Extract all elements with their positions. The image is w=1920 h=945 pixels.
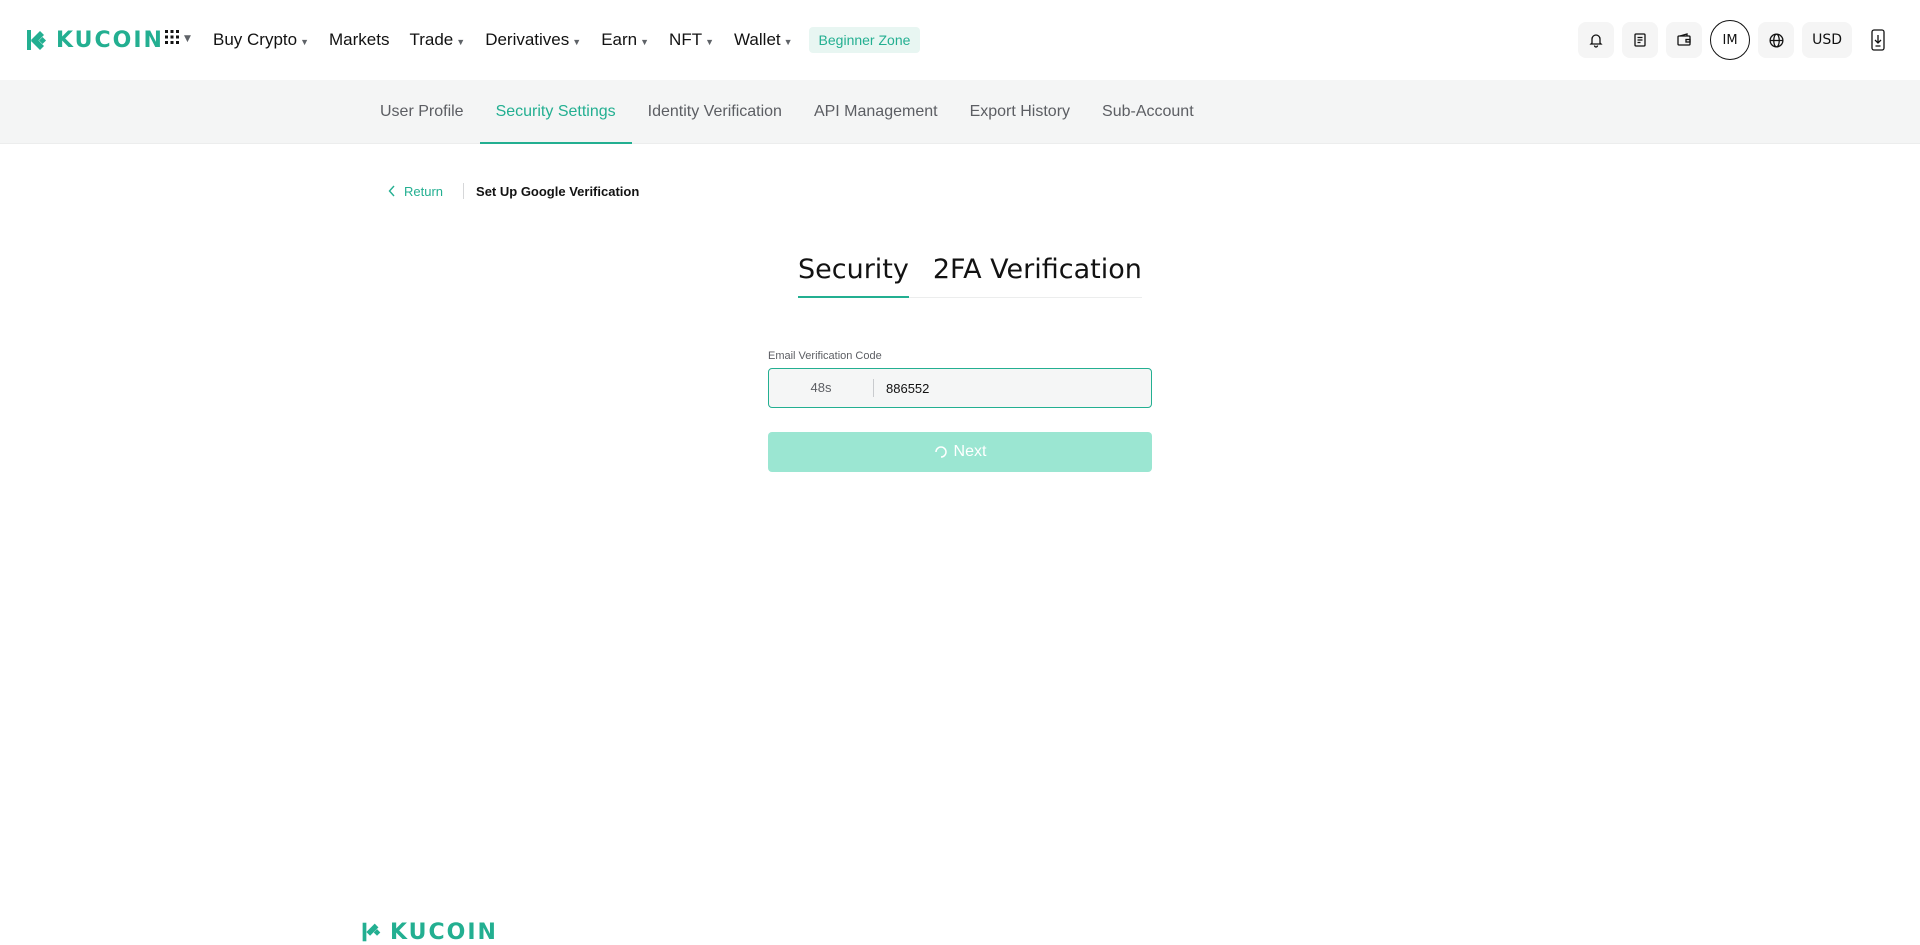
bell-icon: [1589, 34, 1603, 48]
globe-icon: [1769, 32, 1784, 48]
next-button[interactable]: Next: [768, 432, 1152, 472]
email-code-field: 48s: [768, 368, 1152, 408]
chevron-down-icon: ▼: [456, 37, 466, 47]
page-title: Set Up Google Verification: [476, 183, 640, 199]
step-security: Security: [798, 254, 909, 298]
tab-export-history[interactable]: Export History: [954, 80, 1086, 144]
menu-derivatives[interactable]: Derivatives ▼: [485, 30, 581, 50]
header-actions: IM USD: [1578, 20, 1896, 60]
menu-markets[interactable]: Markets: [329, 30, 389, 50]
kucoin-logo[interactable]: KUCOIN: [22, 24, 164, 56]
chevron-down-icon: ▼: [705, 37, 715, 47]
grid-icon: [165, 30, 179, 44]
verification-form: Email Verification Code 48s Next: [768, 350, 1152, 472]
chevron-down-icon: ▼: [300, 37, 310, 47]
email-code-label: Email Verification Code: [768, 350, 882, 362]
footer-brand-name: KUCOIN: [390, 919, 498, 945]
kucoin-logo-icon: [362, 922, 381, 942]
avatar[interactable]: IM: [1710, 20, 1751, 60]
brand-name: KUCOIN: [56, 27, 164, 53]
kucoin-logo-icon: [27, 30, 47, 50]
breadcrumb: Return Set Up Google Verification: [388, 180, 639, 202]
tab-api-management[interactable]: API Management: [798, 80, 954, 144]
footer-logo[interactable]: KUCOIN: [358, 919, 498, 945]
orders-button[interactable]: [1622, 22, 1659, 58]
beginner-zone-button[interactable]: Beginner Zone: [808, 27, 921, 53]
verification-steps: Security 2FA Verification: [798, 254, 1142, 298]
tab-user-profile[interactable]: User Profile: [380, 80, 480, 144]
wallet-icon: [1677, 33, 1691, 46]
notifications-button[interactable]: [1578, 22, 1615, 58]
loading-spinner-icon: [934, 446, 947, 458]
currency-selector[interactable]: USD: [1802, 22, 1852, 58]
email-code-input[interactable]: [874, 369, 1151, 407]
document-icon: [1634, 33, 1646, 47]
phone-download-icon: [1871, 29, 1885, 51]
chevron-left-icon: [388, 185, 395, 197]
tab-security-settings[interactable]: Security Settings: [479, 80, 632, 144]
wallet-button[interactable]: [1666, 22, 1703, 58]
apps-menu-button[interactable]: ▼: [165, 30, 191, 44]
menu-wallet[interactable]: Wallet ▼: [734, 30, 793, 50]
account-subnav: User Profile Security Settings Identity …: [0, 80, 1920, 144]
chevron-down-icon: ▼: [783, 37, 793, 47]
app-download-button[interactable]: [1860, 22, 1896, 58]
menu-earn[interactable]: Earn ▼: [601, 30, 649, 50]
tab-identity-verification[interactable]: Identity Verification: [632, 80, 798, 144]
menu-buy-crypto[interactable]: Buy Crypto ▼: [213, 30, 309, 50]
top-navigation: KUCOIN ▼ Buy Crypto ▼ Markets Trade ▼ Deri…: [0, 0, 1920, 80]
chevron-down-icon: ▼: [572, 37, 582, 47]
main-menu: Buy Crypto ▼ Markets Trade ▼ Derivatives ▼ …: [213, 26, 921, 54]
language-button[interactable]: [1758, 22, 1795, 58]
step-2fa-verification: 2FA Verification: [932, 254, 1142, 285]
resend-countdown: 48s: [769, 379, 874, 397]
breadcrumb-divider: [463, 183, 465, 199]
return-link[interactable]: Return: [388, 184, 443, 199]
tab-sub-account[interactable]: Sub-Account: [1086, 80, 1210, 144]
menu-trade[interactable]: Trade ▼: [409, 30, 465, 50]
chevron-down-icon: ▼: [640, 37, 650, 47]
menu-nft[interactable]: NFT ▼: [669, 30, 714, 50]
chevron-down-icon: ▼: [184, 34, 191, 44]
